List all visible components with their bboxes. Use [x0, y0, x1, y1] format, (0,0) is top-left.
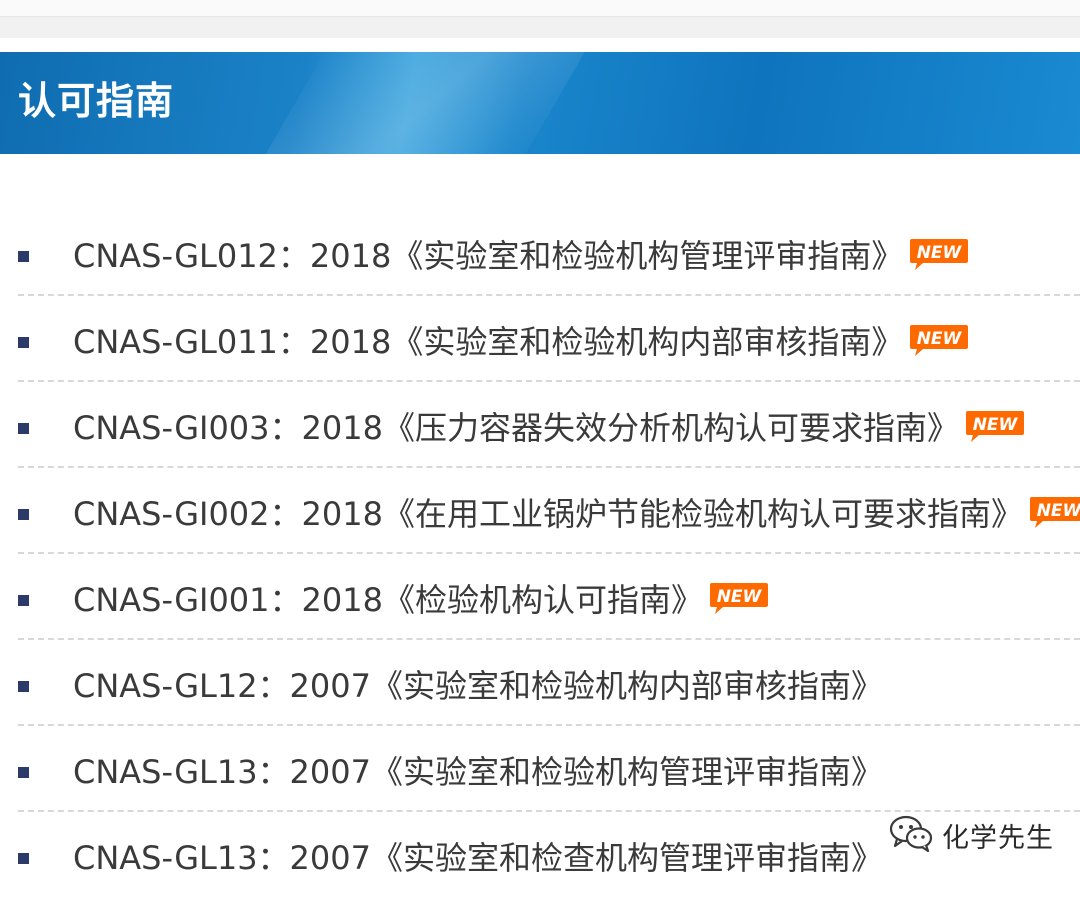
watermark: 化学先生 — [888, 812, 1054, 858]
list-item-link[interactable]: CNAS-GI002：2018《在用工业锅炉节能检验机构认可要求指南》 NEW — [73, 490, 1080, 538]
list-item-link[interactable]: CNAS-GL13：2007《实验室和检查机构管理评审指南》 — [73, 834, 883, 882]
section-title: 认可指南 — [18, 79, 175, 123]
list-item[interactable]: CNAS-GL012：2018《实验室和检验机构管理评审指南》 NEW — [0, 210, 1080, 296]
list-item-link[interactable]: CNAS-GL011：2018《实验室和检验机构内部审核指南》 NEW — [73, 318, 969, 366]
list-item[interactable]: CNAS-GL13：2007《实验室和检验机构管理评审指南》 — [0, 726, 1080, 812]
list-item[interactable]: CNAS-GI001：2018《检验机构认可指南》 NEW — [0, 554, 1080, 640]
bullet-icon — [18, 509, 29, 520]
list-item-link[interactable]: CNAS-GL13：2007《实验室和检验机构管理评审指南》 — [73, 748, 883, 796]
new-badge-icon: NEW — [965, 409, 1025, 443]
list-item-label: CNAS-GI001：2018《检验机构认可指南》 — [73, 581, 703, 619]
list-item[interactable]: CNAS-GL011：2018《实验室和检验机构内部审核指南》 NEW — [0, 296, 1080, 382]
bullet-icon — [18, 767, 29, 778]
top-strip — [0, 0, 1080, 38]
wechat-icon — [888, 813, 934, 857]
list-item[interactable]: CNAS-GI002：2018《在用工业锅炉节能检验机构认可要求指南》 NEW — [0, 468, 1080, 554]
list-item[interactable]: CNAS-GI003：2018《压力容器失效分析机构认可要求指南》 NEW — [0, 382, 1080, 468]
bullet-icon — [18, 595, 29, 606]
list-item-label: CNAS-GL13：2007《实验室和检查机构管理评审指南》 — [73, 839, 883, 877]
new-badge-icon: NEW — [709, 581, 769, 615]
section-header: 认可指南 — [0, 52, 1080, 154]
list-item-label: CNAS-GI003：2018《压力容器失效分析机构认可要求指南》 — [73, 409, 959, 447]
svg-text:NEW: NEW — [973, 415, 1019, 435]
svg-text:NEW: NEW — [917, 243, 963, 263]
bullet-icon — [18, 251, 29, 262]
list-item-link[interactable]: CNAS-GL012：2018《实验室和检验机构管理评审指南》 NEW — [73, 232, 969, 280]
list-item[interactable]: CNAS-GL12：2007《实验室和检验机构内部审核指南》 — [0, 640, 1080, 726]
bullet-icon — [18, 681, 29, 692]
list-item-label: CNAS-GL011：2018《实验室和检验机构内部审核指南》 — [73, 323, 904, 361]
new-badge-icon: NEW — [909, 237, 969, 271]
watermark-text: 化学先生 — [942, 822, 1054, 854]
list-item-label: CNAS-GL12：2007《实验室和检验机构内部审核指南》 — [73, 667, 883, 705]
svg-text:NEW: NEW — [917, 329, 963, 349]
bullet-icon — [18, 337, 29, 348]
bullet-icon — [18, 853, 29, 864]
list-item-link[interactable]: CNAS-GI001：2018《检验机构认可指南》 NEW — [73, 576, 769, 624]
list-item-label: CNAS-GI002：2018《在用工业锅炉节能检验机构认可要求指南》 — [73, 495, 1023, 533]
guide-list: CNAS-GL012：2018《实验室和检验机构管理评审指南》 NEW CNAS-… — [0, 210, 1080, 898]
list-item-link[interactable]: CNAS-GL12：2007《实验室和检验机构内部审核指南》 — [73, 662, 883, 710]
list-item-link[interactable]: CNAS-GI003：2018《压力容器失效分析机构认可要求指南》 NEW — [73, 404, 1025, 452]
svg-text:NEW: NEW — [717, 587, 763, 607]
list-item-label: CNAS-GL13：2007《实验室和检验机构管理评审指南》 — [73, 753, 883, 791]
new-badge-icon: NEW — [1029, 495, 1080, 529]
bullet-icon — [18, 423, 29, 434]
new-badge-icon: NEW — [909, 323, 969, 357]
previous-section-edge — [0, 0, 1080, 17]
list-item-label: CNAS-GL012：2018《实验室和检验机构管理评审指南》 — [73, 237, 904, 275]
svg-text:NEW: NEW — [1037, 501, 1080, 521]
